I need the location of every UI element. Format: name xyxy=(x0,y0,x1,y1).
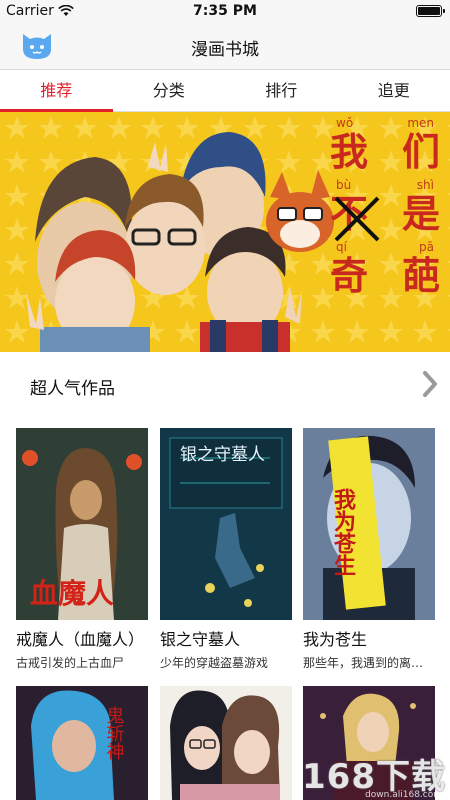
cross-out-mark xyxy=(334,196,380,242)
pinyin: bù xyxy=(336,178,352,192)
comic-card[interactable]: 鬼斩神 xyxy=(16,686,148,800)
cover-art: 银之守墓人 xyxy=(160,428,292,620)
tab-bar: 推荐 分类 排行 追更 xyxy=(0,70,450,112)
page-title: 漫画书城 xyxy=(191,40,259,60)
pinyin: shì xyxy=(416,178,434,192)
battery-icon xyxy=(416,5,445,17)
cover-art: 我为苍生 xyxy=(303,428,435,620)
comic-card[interactable] xyxy=(160,686,292,800)
comic-desc: 古戒引发的上古血尸 xyxy=(16,656,125,670)
cover-title-art: 血魔人 xyxy=(30,577,114,610)
comic-desc: 那些年，我遇到的离奇事件 xyxy=(303,656,435,670)
comic-title[interactable]: 我为苍生 xyxy=(303,626,435,650)
chevron-right-icon[interactable] xyxy=(422,370,438,398)
pinyin-row: bù shì xyxy=(330,178,440,192)
section-header[interactable]: 超人气作品 xyxy=(0,352,450,416)
hanzi: 我 xyxy=(330,129,369,174)
comic-cover[interactable]: 血魔人 xyxy=(16,428,148,620)
pinyin: pā xyxy=(419,240,434,254)
tab-recommend[interactable]: 推荐 xyxy=(0,70,113,112)
watermark-url: down.ali168.com xyxy=(365,790,442,800)
comic-card[interactable]: 血魔人 戒魔人（血魔人） 古戒引发的上古血尸 xyxy=(16,428,148,671)
hanzi: 奇 xyxy=(330,253,369,298)
pinyin-row: wǒ men xyxy=(330,116,440,130)
comic-cover[interactable]: 我为苍生 xyxy=(303,428,435,620)
pinyin: men xyxy=(407,116,434,130)
cover-title-art: 银之守墓人 xyxy=(180,445,265,465)
comic-desc: 少年的穿越盗墓游戏 xyxy=(160,656,269,670)
cover-art: 血魔人 xyxy=(16,428,148,620)
hanzi: 葩 xyxy=(401,253,440,298)
comic-cover[interactable]: 银之守墓人 xyxy=(160,428,292,620)
cover-art: 鬼斩神 xyxy=(16,686,148,800)
pinyin: wǒ xyxy=(336,116,354,130)
hanzi: 们 xyxy=(401,129,440,174)
comic-card[interactable]: 银之守墓人 银之守墓人 少年的穿越盗墓游戏 xyxy=(160,428,292,671)
hanzi: 是 xyxy=(401,191,440,236)
nav-bar: 漫画书城 xyxy=(0,22,450,70)
tab-ranking[interactable]: 排行 xyxy=(225,70,338,111)
tab-category[interactable]: 分类 xyxy=(113,70,226,111)
hanzi-row: 奇 葩 xyxy=(330,254,440,298)
tab-following[interactable]: 追更 xyxy=(338,70,450,111)
comic-title[interactable]: 银之守墓人 xyxy=(160,626,292,650)
section-title: 超人气作品 xyxy=(30,379,115,399)
cover-title-art: 我为苍生 xyxy=(330,488,357,576)
cover-art xyxy=(160,686,292,800)
status-time: 7:35 PM xyxy=(193,3,257,19)
cover-title-art: 鬼斩神 xyxy=(104,706,125,760)
comic-cover[interactable]: 鬼斩神 xyxy=(16,686,148,800)
promo-banner[interactable]: wǒ men 我 们 bù shì 不 是 qí pā 奇 葩 xyxy=(0,112,450,352)
comic-cover[interactable] xyxy=(160,686,292,800)
comic-title[interactable]: 戒魔人（血魔人） xyxy=(16,626,148,650)
status-bar: Carrier 7:35 PM xyxy=(0,0,450,22)
comic-card[interactable]: 我为苍生 我为苍生 那些年，我遇到的离奇事件 xyxy=(303,428,435,671)
hanzi-row: 我 们 xyxy=(330,130,440,174)
